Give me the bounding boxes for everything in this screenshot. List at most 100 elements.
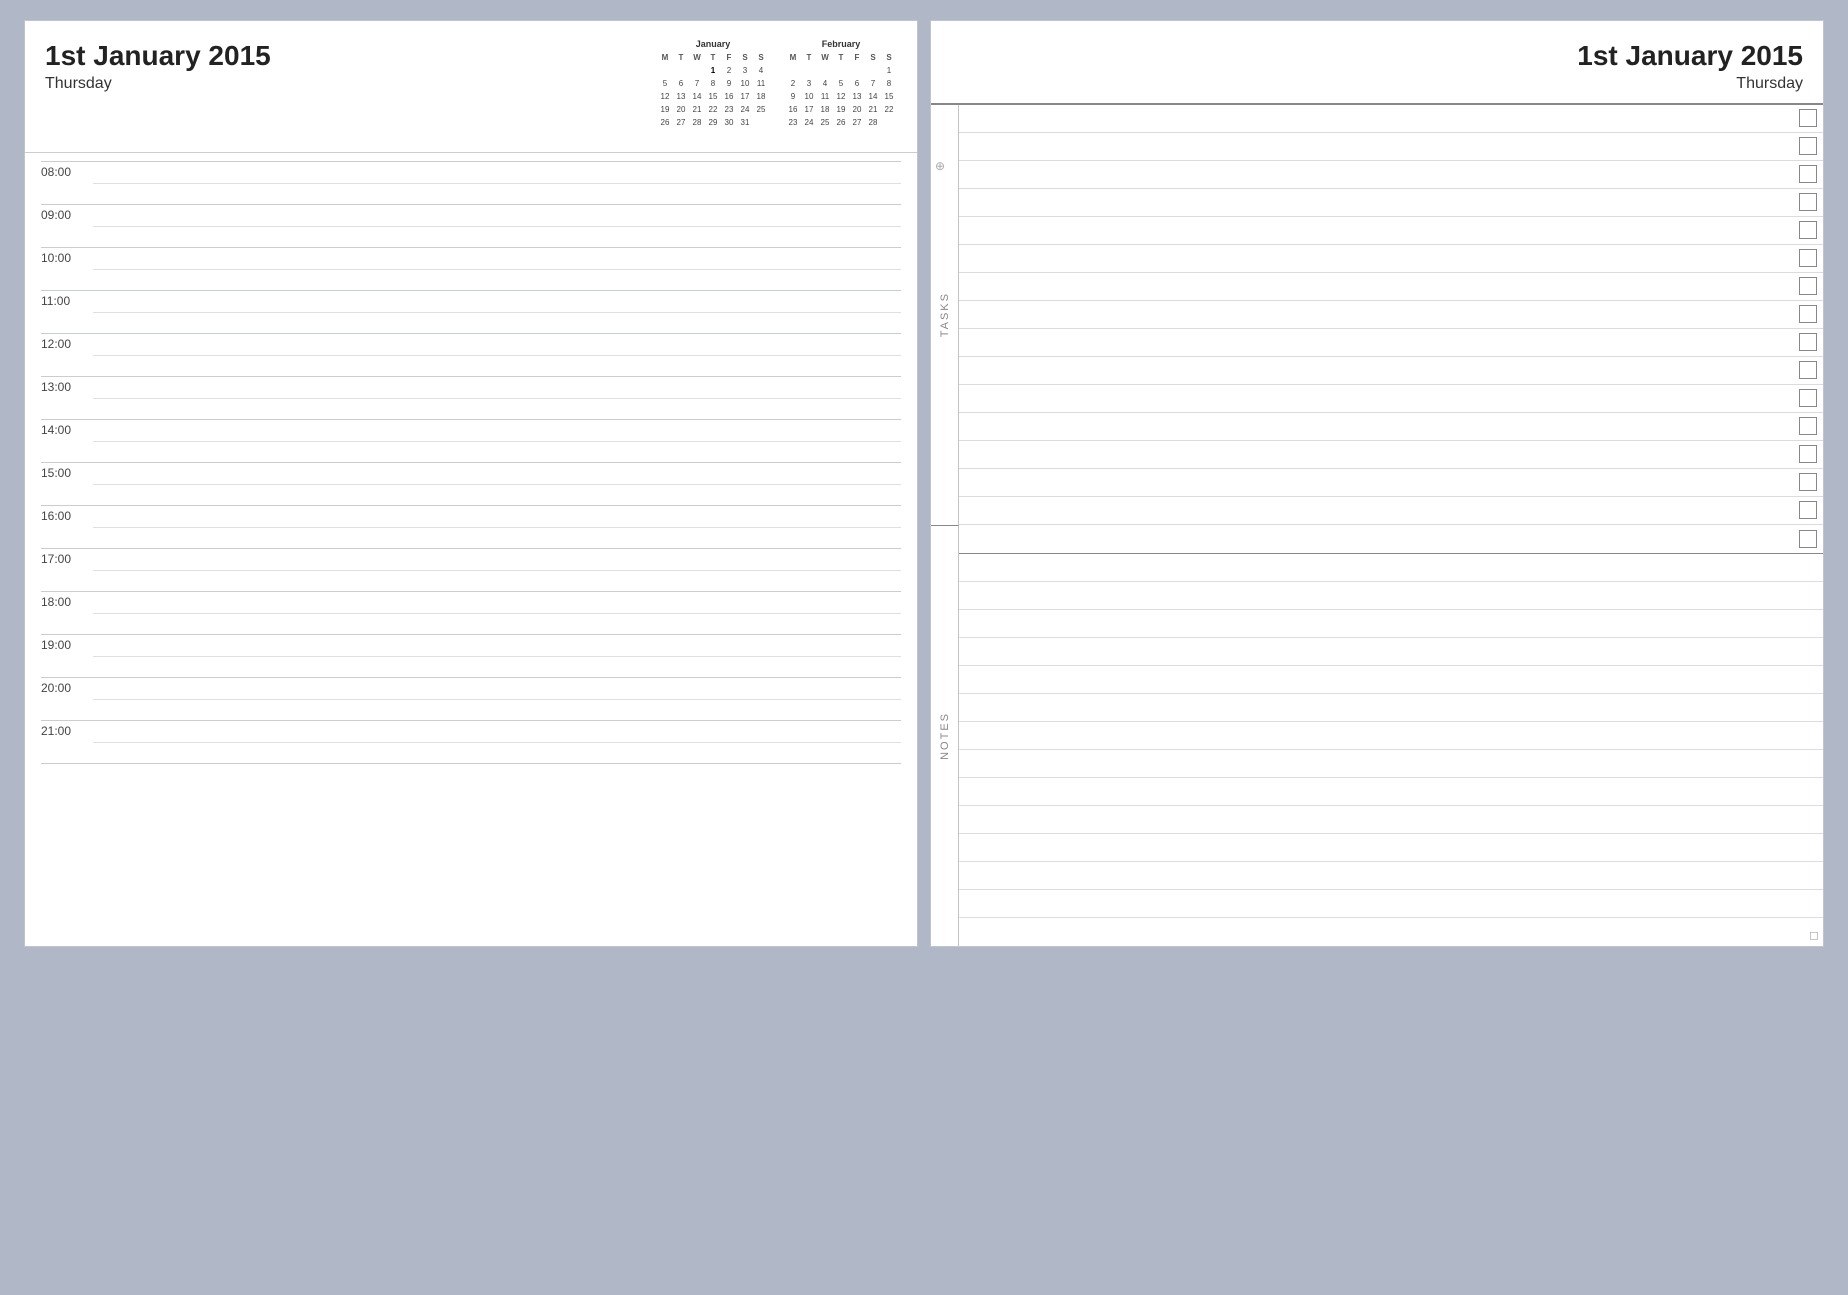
time-subline[interactable] (93, 549, 901, 570)
note-row[interactable] (959, 834, 1823, 862)
time-subline[interactable] (93, 205, 901, 226)
left-page: 1st January 2015 Thursday January M T W … (24, 20, 918, 947)
time-subline[interactable] (93, 183, 901, 204)
task-checkbox[interactable] (1799, 333, 1817, 351)
time-subline[interactable] (93, 527, 901, 548)
task-checkbox[interactable] (1799, 501, 1817, 519)
time-content-1400[interactable] (93, 420, 901, 462)
task-checkbox[interactable] (1799, 473, 1817, 491)
task-row[interactable] (959, 525, 1823, 553)
time-content-2000[interactable] (93, 678, 901, 720)
time-subline[interactable] (93, 420, 901, 441)
task-checkbox[interactable] (1799, 137, 1817, 155)
time-subline[interactable] (93, 377, 901, 398)
time-content-1100[interactable] (93, 291, 901, 333)
note-row[interactable] (959, 862, 1823, 890)
time-content-1600[interactable] (93, 506, 901, 548)
task-row[interactable] (959, 217, 1823, 245)
time-subline[interactable] (93, 484, 901, 505)
note-row[interactable] (959, 610, 1823, 638)
time-subline[interactable] (93, 355, 901, 376)
task-checkbox[interactable] (1799, 193, 1817, 211)
time-subline[interactable] (93, 226, 901, 247)
note-row[interactable] (959, 554, 1823, 582)
time-content-1700[interactable] (93, 549, 901, 591)
time-subline[interactable] (93, 742, 901, 763)
time-subline[interactable] (93, 398, 901, 419)
task-checkbox[interactable] (1799, 277, 1817, 295)
note-row[interactable] (959, 750, 1823, 778)
time-subline[interactable] (93, 721, 901, 742)
time-row-1500: 15:00 (41, 462, 901, 505)
time-subline[interactable] (93, 441, 901, 462)
task-row[interactable] (959, 385, 1823, 413)
time-subline[interactable] (93, 570, 901, 591)
note-row[interactable] (959, 722, 1823, 750)
task-row[interactable] (959, 469, 1823, 497)
jan-e1: · (657, 64, 673, 77)
time-content-0800[interactable] (93, 162, 901, 204)
jan-d27: 27 (673, 116, 689, 129)
time-subline[interactable] (93, 699, 901, 720)
task-checkbox[interactable] (1799, 445, 1817, 463)
note-row[interactable] (959, 582, 1823, 610)
task-row[interactable] (959, 329, 1823, 357)
task-checkbox[interactable] (1799, 221, 1817, 239)
task-row[interactable] (959, 273, 1823, 301)
task-row[interactable] (959, 189, 1823, 217)
task-row[interactable] (959, 161, 1823, 189)
task-checkbox[interactable] (1799, 530, 1817, 548)
note-row[interactable] (959, 694, 1823, 722)
feb-d5: 5 (833, 77, 849, 90)
time-subline[interactable] (93, 162, 901, 183)
note-row[interactable] (959, 890, 1823, 918)
task-row[interactable] (959, 105, 1823, 133)
task-row[interactable] (959, 133, 1823, 161)
time-subline[interactable] (93, 635, 901, 656)
time-subline[interactable] (93, 463, 901, 484)
time-subline[interactable] (93, 656, 901, 677)
feb-d22: 22 (881, 103, 897, 116)
feb-e13: · (865, 129, 881, 142)
task-row[interactable] (959, 413, 1823, 441)
task-checkbox[interactable] (1799, 109, 1817, 127)
time-subline[interactable] (93, 678, 901, 699)
time-content-1300[interactable] (93, 377, 901, 419)
task-checkbox[interactable] (1799, 389, 1817, 407)
task-checkbox[interactable] (1799, 361, 1817, 379)
note-row[interactable] (959, 778, 1823, 806)
time-subline[interactable] (93, 248, 901, 269)
expand-icon[interactable]: ⊕ (935, 159, 945, 173)
time-content-1000[interactable] (93, 248, 901, 290)
feb-d3: 3 (801, 77, 817, 90)
task-row[interactable] (959, 357, 1823, 385)
note-row[interactable] (959, 666, 1823, 694)
task-row[interactable] (959, 497, 1823, 525)
task-checkbox[interactable] (1799, 165, 1817, 183)
jan-d7: 7 (689, 77, 705, 90)
task-row[interactable] (959, 301, 1823, 329)
task-checkbox[interactable] (1799, 249, 1817, 267)
time-subline[interactable] (93, 613, 901, 634)
time-content-2100[interactable] (93, 721, 901, 763)
task-checkbox[interactable] (1799, 305, 1817, 323)
time-content-1800[interactable] (93, 592, 901, 634)
note-row[interactable] (959, 806, 1823, 834)
task-row[interactable] (959, 245, 1823, 273)
time-content-1500[interactable] (93, 463, 901, 505)
time-subline[interactable] (93, 506, 901, 527)
time-content-0900[interactable] (93, 205, 901, 247)
time-subline[interactable] (93, 592, 901, 613)
time-subline[interactable] (93, 291, 901, 312)
time-content-1200[interactable] (93, 334, 901, 376)
time-subline[interactable] (93, 312, 901, 333)
note-row[interactable] (959, 638, 1823, 666)
task-row[interactable] (959, 441, 1823, 469)
jan-e6: · (673, 129, 689, 142)
time-content-1900[interactable] (93, 635, 901, 677)
time-subline[interactable] (93, 269, 901, 290)
task-checkbox[interactable] (1799, 417, 1817, 435)
resize-icon[interactable]: ◻ (1809, 928, 1819, 942)
note-row[interactable] (959, 918, 1823, 946)
time-subline[interactable] (93, 334, 901, 355)
